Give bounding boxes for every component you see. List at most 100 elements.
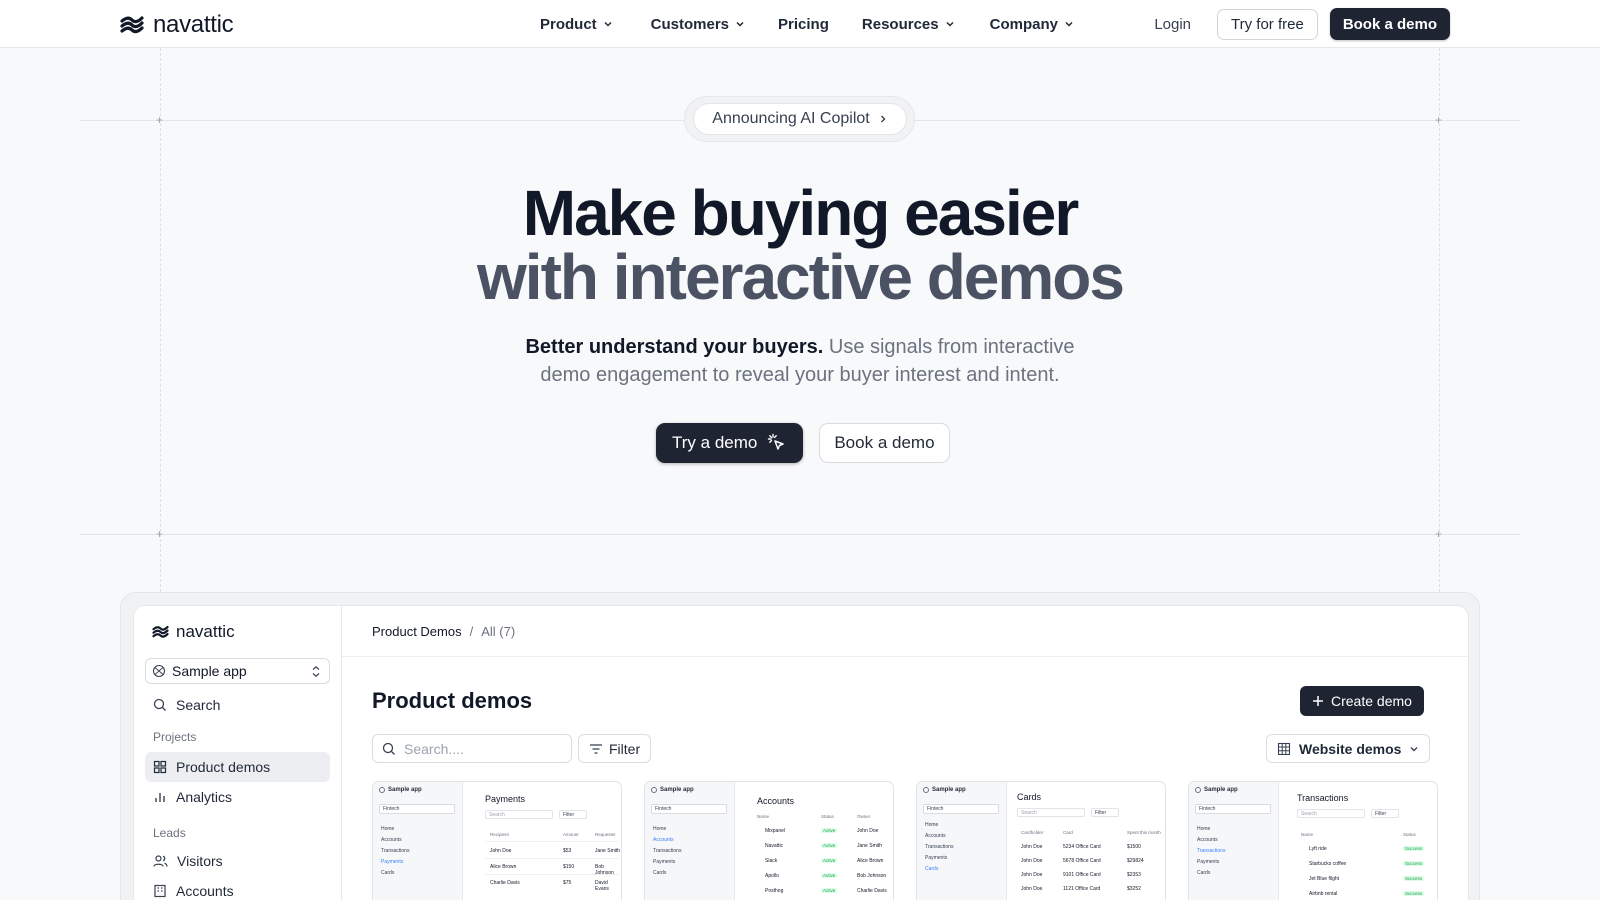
filter-icon xyxy=(590,743,602,754)
sidebar-section-leads: Leads xyxy=(153,826,186,840)
mini-nav-item-active: Payments xyxy=(381,859,404,865)
sidebar-item-search[interactable]: Search xyxy=(145,690,330,720)
sidebar-item-label: Product demos xyxy=(176,759,271,775)
mini-sidebar: Sample app Fintech Home Accounts Transac… xyxy=(645,782,735,900)
mini-cell: Alice Brown xyxy=(490,864,517,870)
mini-nav-item: Home xyxy=(381,826,395,832)
hero-subtitle-line-2: demo engagement to reveal your buyer int… xyxy=(540,364,1060,386)
login-link[interactable]: Login xyxy=(1154,16,1191,33)
demo-card-cards[interactable]: Sample app Fintech Home Accounts Transac… xyxy=(916,781,1166,900)
view-select[interactable]: Website demos xyxy=(1266,734,1431,763)
mini-select: Fintech xyxy=(923,804,999,814)
mini-cell: 5678 Office Card xyxy=(1063,858,1101,864)
mini-app-name: Sample app xyxy=(651,787,694,793)
filter-button[interactable]: Filter xyxy=(578,734,652,763)
sidebar-item-label: Accounts xyxy=(176,883,234,899)
create-demo-button[interactable]: Create demo xyxy=(1300,686,1424,716)
mini-column-header: Owner xyxy=(857,814,871,819)
mini-row-divider xyxy=(485,858,619,859)
mini-status-badge: Active xyxy=(821,828,838,833)
demo-card-accounts[interactable]: Sample app Fintech Home Accounts Transac… xyxy=(644,781,894,900)
app-sidebar: navattic Sample app Search Projects Prod… xyxy=(134,606,342,900)
mini-cell: Lyft ride xyxy=(1309,846,1327,852)
mini-status-badge: Success xyxy=(1403,876,1425,881)
chevron-down-icon xyxy=(604,21,612,27)
breadcrumb-separator: / xyxy=(469,624,474,639)
mini-search: Search xyxy=(485,810,553,819)
nav-customers-label: Customers xyxy=(650,15,730,33)
mini-app-name: Sample app xyxy=(1195,787,1238,793)
plus-icon xyxy=(1313,696,1323,706)
app-logo: navattic xyxy=(152,622,235,642)
frame-line-right xyxy=(1439,48,1440,592)
chevron-down-icon xyxy=(946,21,954,27)
nav-resources-label: Resources xyxy=(861,15,939,33)
globe-icon xyxy=(152,664,166,678)
nav-company[interactable]: Company xyxy=(990,16,1074,33)
mini-cell: 1121 Office Card xyxy=(1063,886,1101,892)
mini-nav-item: Cards xyxy=(653,870,667,876)
mini-globe-icon xyxy=(379,787,385,793)
book-demo-header-button[interactable]: Book a demo xyxy=(1329,8,1450,40)
demo-search-input[interactable]: Search.... xyxy=(372,734,572,763)
grid-icon xyxy=(153,760,167,774)
try-a-demo-button[interactable]: Try a demo xyxy=(656,423,804,463)
mini-cell: Charlie Davis xyxy=(857,888,887,894)
mini-nav-item: Payments xyxy=(653,859,676,865)
nav-product[interactable]: Product xyxy=(540,16,613,33)
mini-column-header: Card xyxy=(1063,830,1073,835)
building-icon xyxy=(154,884,166,898)
mini-cell: Mixpanel xyxy=(765,828,786,834)
book-a-demo-button[interactable]: Book a demo xyxy=(819,423,950,463)
announcement-pill[interactable]: Announcing AI Copilot xyxy=(693,103,907,135)
mini-column-header: Spent this month xyxy=(1127,830,1161,835)
mini-cell: John Doe xyxy=(857,828,879,834)
breadcrumb-current[interactable]: All (7) xyxy=(481,624,515,639)
hero-headline-line-2: with interactive demos xyxy=(477,241,1125,313)
sidebar-item-analytics[interactable]: Analytics xyxy=(145,782,330,812)
mini-app-name: Sample app xyxy=(923,787,966,793)
mini-status-badge: Success xyxy=(1403,861,1425,866)
table-icon xyxy=(1277,742,1291,755)
workspace-select[interactable]: Sample app xyxy=(145,658,330,684)
mini-nav-item: Transactions xyxy=(381,848,410,854)
view-select-label: Website demos xyxy=(1299,740,1402,757)
chevron-down-icon xyxy=(1065,21,1073,27)
sidebar-item-product-demos[interactable]: Product demos xyxy=(145,752,330,782)
navattic-logo[interactable]: navattic xyxy=(120,11,234,39)
mini-column-header: Name xyxy=(757,814,770,819)
mini-globe-icon xyxy=(1195,787,1201,793)
nav-pricing[interactable]: Pricing xyxy=(778,16,829,33)
mini-row-divider xyxy=(485,874,619,875)
nav-customers[interactable]: Customers xyxy=(651,16,745,33)
mini-search: Search xyxy=(1017,808,1085,817)
navattic-logo-icon xyxy=(152,625,169,638)
top-navigation-bar: navattic Product Customers Pricing Resou… xyxy=(0,0,1600,48)
frame-line-left xyxy=(160,48,161,592)
mini-cell: 5234 Office Card xyxy=(1063,844,1101,850)
mini-nav-item-active: Cards xyxy=(925,866,939,872)
try-for-free-button[interactable]: Try for free xyxy=(1217,8,1318,40)
mini-page-title: Accounts xyxy=(757,796,795,806)
breadcrumb-root[interactable]: Product Demos xyxy=(372,624,462,639)
mini-app-label: Sample app xyxy=(1204,787,1238,793)
mini-cell: Airbnb rental xyxy=(1309,891,1338,897)
nav-resources[interactable]: Resources xyxy=(862,16,955,33)
mini-status-badge: Active xyxy=(821,888,838,893)
product-preview-frame: navattic Sample app Search Projects Prod… xyxy=(120,592,1480,900)
mini-search: Search xyxy=(1297,809,1365,818)
frame-line-bottom xyxy=(80,534,1520,535)
sidebar-item-visitors[interactable]: Visitors xyxy=(145,846,330,876)
demo-card-transactions[interactable]: Sample app Fintech Home Accounts Transac… xyxy=(1188,781,1438,900)
mini-globe-icon xyxy=(923,787,929,793)
try-a-demo-label: Try a demo xyxy=(672,433,758,452)
mini-nav-item: Payments xyxy=(925,855,948,861)
sidebar-item-accounts[interactable]: Accounts xyxy=(145,876,330,900)
sidebar-section-projects: Projects xyxy=(153,730,197,744)
mini-cell: John Doe xyxy=(1021,872,1043,878)
mini-cell: Navattic xyxy=(765,843,784,849)
mini-cell: Charlie Davis xyxy=(490,880,520,886)
navattic-logo-icon xyxy=(120,16,144,34)
demo-card-payments[interactable]: Sample app Fintech Home Accounts Transac… xyxy=(372,781,622,900)
mini-cell: John Doe xyxy=(1021,844,1043,850)
